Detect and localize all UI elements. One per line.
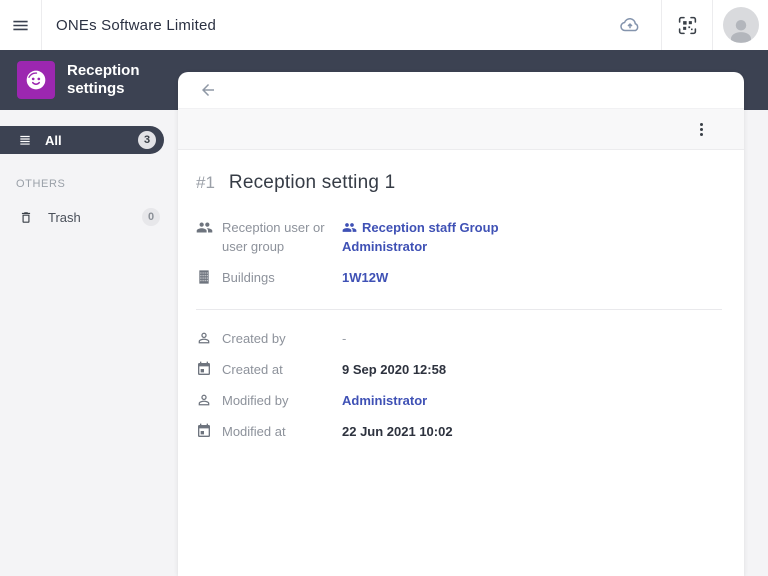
back-button[interactable] [199,81,217,99]
field-label: Buildings [222,270,275,285]
person-icon [196,391,222,408]
top-app-bar: ONEs Software Limited [0,0,768,50]
kebab-menu-button[interactable] [696,119,707,140]
meta-row-created-by: Created by - [196,329,722,348]
people-group-icon [196,218,222,236]
cloud-upload-button[interactable] [598,0,661,50]
reception-face-icon [23,67,49,93]
detail-card: #1 Reception setting 1 Reception user or… [178,72,744,576]
record-toolbar [178,108,744,150]
people-group-icon [342,220,357,235]
field-label: Created by [222,331,286,346]
field-value: 9 Sep 2020 12:58 [342,362,447,377]
field-row-buildings: Buildings 1W12W [196,268,722,287]
building-icon [196,268,222,285]
meta-row-created-at: Created at 9 Sep 2020 12:58 [196,360,722,379]
field-label: Reception user or user group [222,220,325,254]
kebab-menu-icon [700,122,703,126]
field-label: Created at [222,362,283,377]
page-title: Reception setting 1 [228,172,396,193]
sidebar: All 3 OTHERS Trash 0 [0,110,178,576]
field-label: Modified at [222,424,286,439]
field-value: Reception staff Group Administrator [342,220,499,254]
calendar-icon [196,422,222,439]
meta-row-modified-at: Modified at 22 Jun 2021 10:02 [196,422,722,441]
calendar-icon [196,360,222,377]
card-header [178,72,744,108]
record-detail: #1 Reception setting 1 Reception user or… [178,150,744,441]
field-row-reception-user: Reception user or user group Reception s… [196,218,722,256]
field-value: - [342,331,347,346]
section-divider [196,309,722,310]
meta-row-modified-by: Modified by Administrator [196,391,722,410]
building-link[interactable]: 1W12W [342,268,722,287]
company-title: ONEs Software Limited [56,16,217,34]
hamburger-menu-icon [11,16,30,35]
trash-icon [19,210,33,225]
sidebar-item-all[interactable]: All 3 [0,126,164,154]
reception-group-link[interactable]: Reception staff Group Administrator [342,218,520,256]
sidebar-section-label: OTHERS [16,178,66,190]
avatar [722,7,759,43]
module-title: Reception settings [67,62,140,97]
sidebar-item-label: All [45,132,62,148]
field-value: 22 Jun 2021 10:02 [342,424,453,439]
person-icon [196,329,222,346]
record-number: #1 [196,173,215,192]
modified-by-link[interactable]: Administrator [342,391,722,410]
sidebar-item-trash[interactable]: Trash 0 [0,205,178,229]
count-badge: 0 [142,208,160,226]
arrow-left-icon [202,84,214,96]
topbar-actions [598,0,768,50]
record-title-row: #1 Reception setting 1 [196,172,722,194]
sidebar-item-label: Trash [48,209,81,225]
list-lines-icon [18,133,32,147]
hamburger-menu-button[interactable] [0,0,42,50]
qr-scan-icon [677,15,698,36]
qr-scan-button[interactable] [662,0,712,50]
cloud-upload-icon [618,13,642,37]
reception-module-tile [17,61,55,99]
count-badge: 3 [138,131,156,149]
user-menu-button[interactable] [713,0,768,50]
field-label: Modified by [222,393,289,408]
